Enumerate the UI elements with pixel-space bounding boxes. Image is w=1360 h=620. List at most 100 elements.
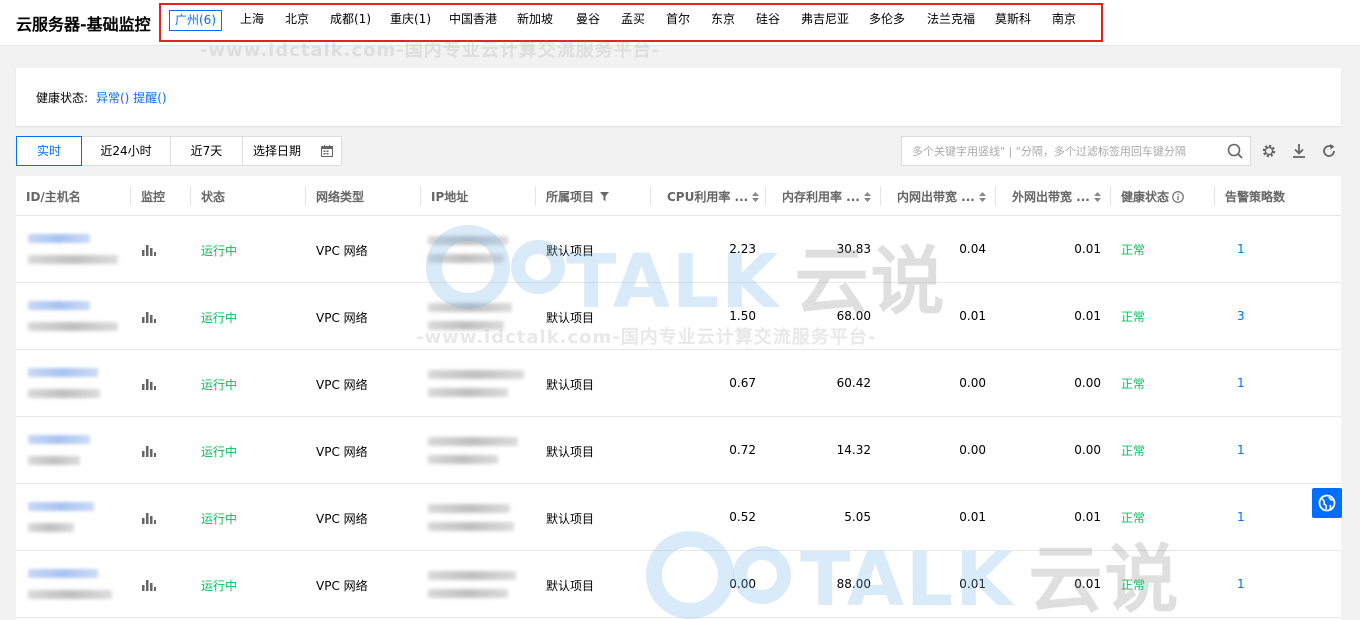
- ip-redacted: [428, 571, 516, 580]
- region-tab-nanjing[interactable]: 南京: [1052, 10, 1076, 31]
- refresh-icon[interactable]: [1321, 143, 1337, 159]
- region-tab-tokyo[interactable]: 东京: [711, 10, 735, 31]
- filter-icon[interactable]: [600, 192, 610, 201]
- ip-redacted: [428, 455, 498, 464]
- alarm-policy-count-link[interactable]: 1: [1237, 376, 1245, 390]
- ip-redacted: [428, 321, 504, 330]
- col-alarm-policies: 告警策略数: [1225, 190, 1286, 204]
- table-header: ID/主机名 监控 状态 网络类型 IP地址 所属项目 CPU利用率 ... 内…: [16, 176, 1341, 216]
- sort-icon[interactable]: [752, 192, 760, 202]
- instance-id-redacted[interactable]: [28, 569, 98, 578]
- ip-redacted: [428, 254, 504, 263]
- memory-usage: 30.83: [836, 242, 871, 256]
- region-tab-chongqing[interactable]: 重庆(1): [390, 10, 431, 31]
- monitor-chart-icon[interactable]: [142, 578, 156, 591]
- alarm-policy-count-link[interactable]: 1: [1237, 242, 1245, 256]
- project-name: 默认项目: [546, 378, 595, 392]
- region-tab-toronto[interactable]: 多伦多: [869, 10, 905, 31]
- alarm-policy-count-link[interactable]: 1: [1237, 443, 1245, 457]
- alarm-policy-count-link[interactable]: 1: [1237, 510, 1245, 524]
- lan-outbound: 0.00: [959, 376, 986, 390]
- sort-icon[interactable]: [1093, 192, 1101, 202]
- network-type: VPC 网络: [316, 378, 368, 392]
- health-abnormal-link[interactable]: 异常(): [96, 91, 129, 105]
- wan-outbound: 0.01: [1074, 309, 1101, 323]
- ip-redacted: [428, 370, 524, 379]
- sort-icon[interactable]: [978, 192, 986, 202]
- col-wan-outbound[interactable]: 外网出带宽 ...: [1012, 188, 1101, 205]
- ip-redacted: [428, 303, 512, 312]
- monitor-chart-icon[interactable]: [142, 377, 156, 390]
- region-tab-moscow[interactable]: 莫斯科: [995, 10, 1031, 31]
- region-tab-virginia[interactable]: 弗吉尼亚: [801, 10, 849, 31]
- page-title: 云服务器-基础监控: [16, 15, 151, 34]
- memory-usage: 60.42: [836, 376, 871, 390]
- col-project[interactable]: 所属项目: [546, 188, 610, 205]
- status-text: 运行中: [201, 445, 238, 459]
- col-project-label: 所属项目: [546, 190, 595, 204]
- monitor-chart-icon[interactable]: [142, 310, 156, 323]
- floating-help-button[interactable]: [1312, 488, 1342, 518]
- project-name: 默认项目: [546, 579, 595, 593]
- region-tab-seoul[interactable]: 首尔: [666, 10, 690, 31]
- region-tab-shanghai[interactable]: 上海: [240, 10, 264, 31]
- col-id-hostname: ID/主机名: [26, 190, 81, 204]
- region-tab-singapore[interactable]: 新加坡: [517, 10, 553, 31]
- col-cpu-usage[interactable]: CPU利用率 ...: [667, 188, 760, 205]
- project-name: 默认项目: [546, 512, 595, 526]
- instance-id-redacted[interactable]: [28, 301, 90, 310]
- region-tab-frankfurt[interactable]: 法兰克福: [927, 10, 975, 31]
- search-input[interactable]: [902, 137, 1222, 165]
- table-row: 运行中 VPC 网络 默认项目 1.50 68.00 0.01 0.01 正常 …: [16, 283, 1341, 350]
- time-range-7d[interactable]: 近7天: [170, 136, 243, 166]
- region-tab-chengdu[interactable]: 成都(1): [330, 10, 371, 31]
- alarm-policy-count-link[interactable]: 1: [1237, 577, 1245, 591]
- alarm-policy-count-link[interactable]: 3: [1237, 309, 1245, 323]
- time-range-realtime[interactable]: 实时: [16, 136, 82, 166]
- wan-outbound: 0.00: [1074, 376, 1101, 390]
- monitor-chart-icon[interactable]: [142, 444, 156, 457]
- search-box: [901, 136, 1251, 166]
- info-icon[interactable]: [1172, 191, 1184, 203]
- col-cpu-usage-label: CPU利用率 ...: [667, 190, 749, 204]
- memory-usage: 5.05: [844, 510, 871, 524]
- region-tab-guangzhou[interactable]: 广州(6): [169, 10, 222, 31]
- lan-outbound: 0.01: [959, 309, 986, 323]
- hostname-redacted: [28, 523, 74, 532]
- memory-usage: 14.32: [836, 443, 871, 457]
- monitor-chart-icon[interactable]: [142, 511, 156, 524]
- col-memory-usage[interactable]: 内存利用率 ...: [782, 188, 871, 205]
- status-text: 运行中: [201, 512, 238, 526]
- lan-outbound: 0.01: [959, 577, 986, 591]
- download-icon[interactable]: [1291, 143, 1307, 159]
- region-tab-beijing[interactable]: 北京: [285, 10, 309, 31]
- wan-outbound: 0.01: [1074, 510, 1101, 524]
- instance-id-redacted[interactable]: [28, 502, 94, 511]
- status-text: 运行中: [201, 378, 238, 392]
- col-memory-usage-label: 内存利用率 ...: [782, 190, 860, 204]
- col-lan-outbound-label: 内网出带宽 ...: [897, 190, 975, 204]
- hostname-redacted: [28, 456, 80, 465]
- gear-icon[interactable]: [1261, 143, 1277, 159]
- ip-redacted: [428, 504, 510, 513]
- region-tab-mumbai[interactable]: 孟买: [621, 10, 645, 31]
- instance-id-redacted[interactable]: [28, 368, 98, 377]
- date-picker-button[interactable]: 选择日期: [242, 136, 342, 166]
- region-tab-silicon-valley[interactable]: 硅谷: [756, 10, 780, 31]
- region-tab-bangkok[interactable]: 曼谷: [576, 10, 600, 31]
- wan-outbound: 0.01: [1074, 242, 1101, 256]
- table-row: 运行中 VPC 网络 默认项目 0.67 60.42 0.00 0.00 正常 …: [16, 350, 1341, 417]
- col-lan-outbound[interactable]: 内网出带宽 ...: [897, 188, 986, 205]
- health-status: 正常: [1121, 578, 1146, 592]
- instance-id-redacted[interactable]: [28, 234, 90, 243]
- sort-icon[interactable]: [863, 192, 871, 202]
- instance-id-redacted[interactable]: [28, 435, 90, 444]
- region-tab-hongkong[interactable]: 中国香港: [449, 10, 497, 31]
- lan-outbound: 0.01: [959, 510, 986, 524]
- status-text: 运行中: [201, 244, 238, 258]
- health-remind-link[interactable]: 提醒(): [133, 91, 166, 105]
- health-status: 正常: [1121, 511, 1146, 525]
- monitor-chart-icon[interactable]: [142, 243, 156, 256]
- search-icon[interactable]: [1227, 143, 1243, 159]
- time-range-24h[interactable]: 近24小时: [81, 136, 171, 166]
